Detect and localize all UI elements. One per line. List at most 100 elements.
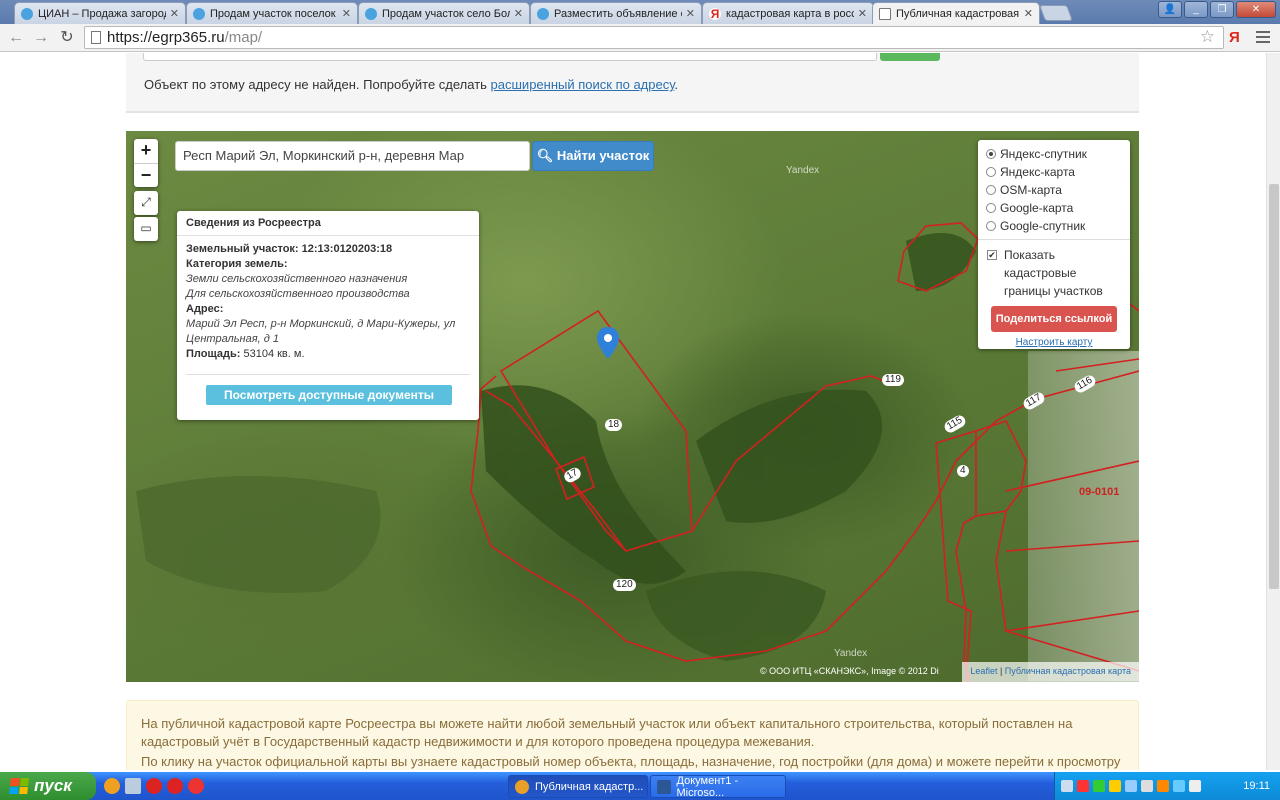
bookmark-star-icon[interactable]: ☆	[1200, 27, 1215, 47]
skype-icon[interactable]	[1125, 780, 1137, 792]
browser-tab[interactable]: Я кадастровая карта в росси ✕	[702, 2, 874, 24]
volume-icon[interactable]	[1141, 780, 1153, 792]
zoom-out-button[interactable]: −	[134, 163, 158, 187]
yandex-icon: Я	[709, 6, 721, 21]
layer-option[interactable]: Google-спутник	[986, 217, 1122, 235]
browser-tab[interactable]: Продам участок поселок Ж ✕	[186, 2, 358, 24]
minimize-button[interactable]: _	[1184, 1, 1208, 18]
search-icon: 🔍︎	[536, 148, 554, 163]
yandex-watermark: Yandex	[834, 648, 868, 659]
back-icon[interactable]: ←	[6, 28, 26, 48]
plot-number-label[interactable]: 120	[613, 579, 636, 591]
location-marker-icon[interactable]	[597, 327, 619, 359]
close-window-button[interactable]: ✕	[1236, 1, 1276, 18]
find-plot-button[interactable]: 🔍︎ Найти участок	[532, 141, 654, 171]
close-icon[interactable]: ✕	[514, 7, 523, 20]
cadastral-map-link[interactable]: Публичная кадастровая карта	[1005, 666, 1131, 676]
radio-button[interactable]	[986, 185, 996, 195]
address-bar[interactable]: https://egrp365.ru/map/ ☆	[84, 26, 1224, 49]
taskbar-item[interactable]: Документ1 - Microso...	[650, 775, 786, 799]
radio-button[interactable]	[986, 203, 996, 213]
category-label: Категория земель:	[186, 258, 288, 270]
browser-toolbar: ← → ↻ https://egrp365.ru/map/ ☆	[0, 24, 1280, 52]
view-documents-button[interactable]: Посмотреть доступные документы	[206, 385, 452, 405]
plot-number-label[interactable]: 18	[605, 419, 623, 431]
page-content: Объект по этому адресу не найден. Попроб…	[0, 53, 1280, 770]
address-input[interactable]	[143, 53, 877, 61]
pin-icon	[21, 7, 33, 20]
close-icon[interactable]: ✕	[170, 7, 179, 20]
browser-tab[interactable]: Разместить объявление о п ✕	[530, 2, 702, 24]
windows-logo-icon	[9, 778, 29, 794]
about-paragraph: По клику на участок официальной карты вы…	[141, 754, 1121, 769]
layer-option[interactable]: Google-карта	[986, 199, 1122, 217]
update-icon[interactable]	[1093, 780, 1105, 792]
quick-launch	[104, 778, 204, 794]
address-search-button[interactable]	[880, 53, 940, 61]
cadastral-map[interactable]: Yandex Yandex 18 17 120 119 116 117 115 …	[126, 131, 1139, 682]
layer-switcher: Яндекс-спутник Яндекс-карта OSM-карта Go…	[978, 140, 1130, 349]
wifi-icon[interactable]	[1189, 780, 1201, 792]
scrollbar-thumb[interactable]	[1269, 184, 1279, 589]
leaflet-link[interactable]: Leaflet	[970, 666, 997, 676]
menu-icon[interactable]	[1256, 31, 1270, 46]
map-search-input[interactable]: Респ Марий Эл, Моркинский р-н, деревня М…	[175, 141, 530, 171]
opera-icon[interactable]	[146, 778, 162, 794]
zoom-in-button[interactable]: +	[134, 139, 158, 163]
share-link-button[interactable]: Поделиться ссылкой	[991, 306, 1117, 332]
layer-option[interactable]: Яндекс-карта	[986, 163, 1122, 181]
parcel-info-popup: Сведения из Росреестра Земельный участок…	[177, 211, 479, 420]
address-label: Адрес:	[186, 303, 224, 315]
clock: 19:11	[1243, 780, 1270, 792]
browser-tab-active[interactable]: Публичная кадастровая ка ✕	[872, 2, 1040, 24]
layer-option[interactable]: Яндекс-спутник	[986, 145, 1122, 163]
tray-app-icon[interactable]	[1157, 780, 1169, 792]
browser-tab-strip: ЦИАН – Продажа загородн ✕ Продам участок…	[0, 0, 1280, 24]
chrome-icon[interactable]	[104, 778, 120, 794]
user-icon[interactable]: 👤	[1158, 1, 1182, 18]
browser-tab[interactable]: Продам участок село Боль ✕	[358, 2, 530, 24]
show-borders-toggle[interactable]: ✔ Показать кадастровые границы участков	[986, 246, 1122, 300]
usage-value: Для сельскохозяйственного производства	[186, 288, 410, 300]
layer-option[interactable]: OSM-карта	[986, 181, 1122, 199]
fullscreen-button[interactable]: ⤢	[134, 191, 158, 215]
close-icon[interactable]: ✕	[858, 7, 867, 20]
plot-number-label[interactable]: 4	[957, 465, 969, 477]
radio-button[interactable]	[986, 149, 996, 159]
extended-search-link[interactable]: расширенный поиск по адресу	[491, 77, 675, 92]
network-icon[interactable]	[1061, 780, 1073, 792]
close-icon[interactable]: ✕	[342, 7, 351, 20]
area-row: Площадь: 53104 кв. м.	[186, 348, 305, 360]
yandex-extension-icon[interactable]: Я	[1229, 29, 1240, 46]
download-icon[interactable]	[1109, 780, 1121, 792]
ruler-icon[interactable]: ▭	[134, 217, 158, 241]
forward-icon[interactable]: →	[31, 28, 51, 48]
about-paragraph: На публичной кадастровой карте Росреестр…	[141, 716, 1073, 749]
bluetooth-icon[interactable]	[1173, 780, 1185, 792]
opera-icon[interactable]	[167, 778, 183, 794]
taskbar-item[interactable]: Публичная кадастр...	[508, 775, 648, 798]
antivirus-icon[interactable]	[1077, 780, 1089, 792]
restore-button[interactable]: ❐	[1210, 1, 1234, 18]
block-number-label: 09-0101	[1079, 486, 1120, 498]
yandex-browser-icon[interactable]	[188, 778, 204, 794]
address-value: Марий Эл Респ, р-н Моркинский, д Мари-Ку…	[186, 318, 456, 345]
browser-tab[interactable]: ЦИАН – Продажа загородн ✕	[14, 2, 186, 24]
page-icon	[91, 31, 101, 44]
windows-taskbar: пуск Публичная кадастр... Документ1 - Mi…	[0, 772, 1280, 800]
close-icon[interactable]: ✕	[686, 7, 695, 20]
word-icon	[657, 779, 671, 794]
configure-map-link[interactable]: Настроить карту	[986, 337, 1122, 348]
page-scrollbar[interactable]	[1266, 53, 1280, 770]
plot-number-label[interactable]: 119	[882, 374, 904, 386]
new-tab-button[interactable]	[1039, 5, 1073, 21]
checkbox[interactable]: ✔	[987, 250, 997, 260]
start-button[interactable]: пуск	[0, 772, 96, 800]
radio-button[interactable]	[986, 221, 996, 231]
pin-icon	[537, 7, 549, 20]
reload-icon[interactable]: ↻	[57, 28, 77, 48]
desktop-icon[interactable]	[125, 778, 141, 794]
parcel-number: Земельный участок: 12:13:0120203:18	[186, 243, 393, 255]
radio-button[interactable]	[986, 167, 996, 177]
close-icon[interactable]: ✕	[1024, 7, 1033, 20]
